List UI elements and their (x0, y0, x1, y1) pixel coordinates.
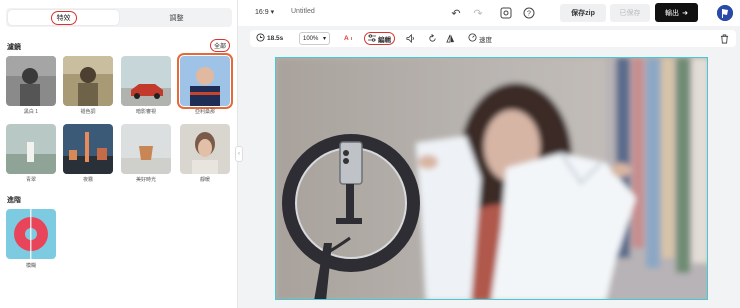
avatar[interactable] (717, 5, 733, 21)
filter-goodtimes-image (121, 124, 171, 174)
filter-bw1-image (6, 56, 56, 106)
rotate-icon[interactable] (428, 32, 437, 45)
filter-label: 靜暖 (199, 177, 210, 183)
tab-effects[interactable]: 特效 (8, 10, 119, 25)
arrow-right-icon: ➜ (682, 9, 688, 17)
video-frame-image (276, 58, 707, 299)
undo-icon[interactable]: ↶ (449, 6, 463, 20)
filter-thumb-green[interactable] (6, 124, 56, 174)
help-icon[interactable]: ? (521, 5, 537, 21)
filter-thumb-warm[interactable] (180, 124, 230, 174)
redo-icon[interactable]: ↷ (471, 6, 485, 20)
chevron-down-icon: ▾ (270, 9, 275, 16)
filter-label: 美好時光 (135, 177, 156, 183)
edit-button[interactable]: 編輯 (364, 32, 395, 45)
duration-value: 18.5s (267, 35, 284, 42)
volume-icon[interactable] (406, 32, 415, 45)
chevron-left-icon: ‹ (238, 151, 240, 157)
filter-label: 暗影審視 (135, 109, 156, 115)
filter-label: 褪色調 (80, 109, 96, 115)
edit-label: 編輯 (378, 36, 391, 44)
filter-thumb-bw1[interactable] (6, 56, 56, 106)
zoom-value: 100% (303, 35, 319, 42)
save-zip-button[interactable]: 保存zip (560, 4, 606, 22)
filters-title: 濾鏡 (7, 44, 21, 51)
blur-donut-image (6, 209, 56, 259)
sliders-icon (368, 33, 376, 44)
filter-thumb-goodtimes[interactable] (121, 124, 171, 174)
speed-label: 速度 (479, 36, 492, 44)
editor-toolbar: 18.5s 100% ▾ Aı 編輯 速度 (250, 30, 736, 47)
filter-thumb-faded[interactable] (63, 56, 113, 106)
all-filters-button[interactable]: 全部 (210, 39, 231, 52)
saved-button[interactable]: 已保存 (610, 4, 650, 22)
video-preview-canvas[interactable] (275, 57, 708, 300)
speed-icon (468, 33, 477, 44)
speed-tool[interactable]: 速度 (468, 32, 492, 45)
filter-night-image (63, 124, 113, 174)
export-label: 輸出 (665, 9, 680, 17)
filter-shadow-image (121, 56, 171, 106)
advanced-title: 進階 (7, 197, 21, 204)
panel-tabs: 特效 調整 (6, 8, 232, 27)
trash-icon[interactable] (720, 32, 729, 45)
filter-thumb-arizona[interactable] (177, 53, 233, 109)
export-button[interactable]: 輸出 ➜ (655, 3, 698, 22)
duration-display[interactable]: 18.5s (256, 32, 283, 45)
filter-thumb-night[interactable] (63, 124, 113, 174)
filter-arizona-image (180, 56, 230, 106)
tab-adjust-label: 調整 (169, 14, 184, 22)
filter-warm-image (180, 124, 230, 174)
filter-faded-image (63, 56, 113, 106)
advanced-label: 模糊 (25, 263, 36, 269)
svg-text:?: ? (527, 11, 531, 18)
screenshot-icon[interactable] (498, 5, 514, 21)
zoom-select[interactable]: 100% ▾ (299, 32, 330, 45)
filter-green-image (6, 124, 56, 174)
tab-adjust[interactable]: 調整 (121, 8, 232, 27)
filter-label: 黑白 1 (23, 109, 39, 115)
filter-thumb-shadow[interactable] (121, 56, 171, 106)
advanced-thumb-blur[interactable] (6, 209, 56, 259)
project-title[interactable]: Untitled (291, 8, 315, 15)
collapse-panel-handle[interactable]: ‹ (235, 146, 243, 162)
filter-label: 青翠 (25, 177, 36, 183)
aspect-ratio-select[interactable]: 16:9 ▾ (255, 8, 274, 16)
filter-label: 亞利桑那 (194, 109, 215, 115)
ai-tool-icon[interactable]: Aı (344, 32, 352, 45)
effects-panel: 特效 調整 濾鏡 全部 黑白 1 褪色調 暗影審視 亞利桑那 青翠 夜霧 美好時… (0, 0, 238, 308)
clock-icon (256, 33, 265, 44)
aspect-ratio-value: 16:9 (255, 9, 269, 16)
tab-effects-label: 特效 (50, 10, 77, 25)
filter-label: 夜霧 (82, 177, 93, 183)
flip-icon[interactable] (446, 32, 455, 45)
chevron-down-icon: ▾ (322, 36, 326, 42)
